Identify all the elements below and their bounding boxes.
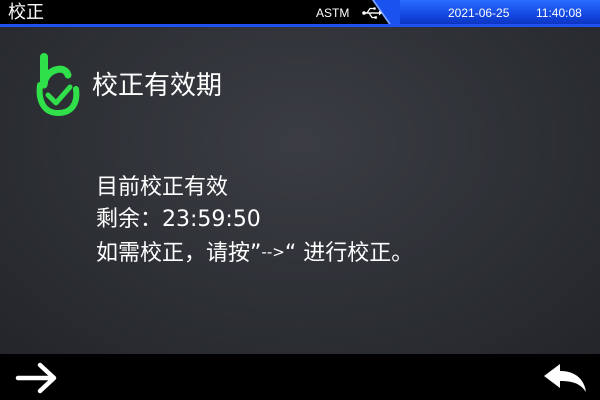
bottom-bar <box>0 354 600 400</box>
instruction-arrow: --> <box>261 243 285 261</box>
instruction-prefix: 如需校正，请按” <box>96 241 262 266</box>
validity-status-text: 目前校正有效 <box>96 175 229 200</box>
standard-label: ASTM <box>316 6 350 20</box>
instruction-text: 如需校正，请按”-->“ 进行校正。 <box>96 236 413 270</box>
ok-hand-check-icon <box>36 53 80 116</box>
date-display: 2021-06-25 <box>448 6 510 20</box>
page-title: 校正 <box>8 2 44 23</box>
validity-heading: 校正有效期 <box>92 71 223 101</box>
main-panel: 校正有效期 目前校正有效 剩余：23:59:50 如需校正，请按”-->“ 进行… <box>0 27 600 354</box>
instruction-suffix: “ 进行校正。 <box>284 241 414 266</box>
status-bar: 校正 ASTM 2021-06-25 11:40:08 <box>0 0 600 27</box>
return-arrow-icon[interactable] <box>542 362 588 394</box>
validity-info: 目前校正有效 剩余：23:59:50 如需校正，请按”-->“ 进行校正。 <box>96 172 413 270</box>
arrow-right-icon[interactable] <box>14 362 60 394</box>
time-display: 11:40:08 <box>536 6 582 20</box>
remaining-time-text: 剩余：23:59:50 <box>96 207 261 232</box>
usb-icon <box>362 7 382 19</box>
